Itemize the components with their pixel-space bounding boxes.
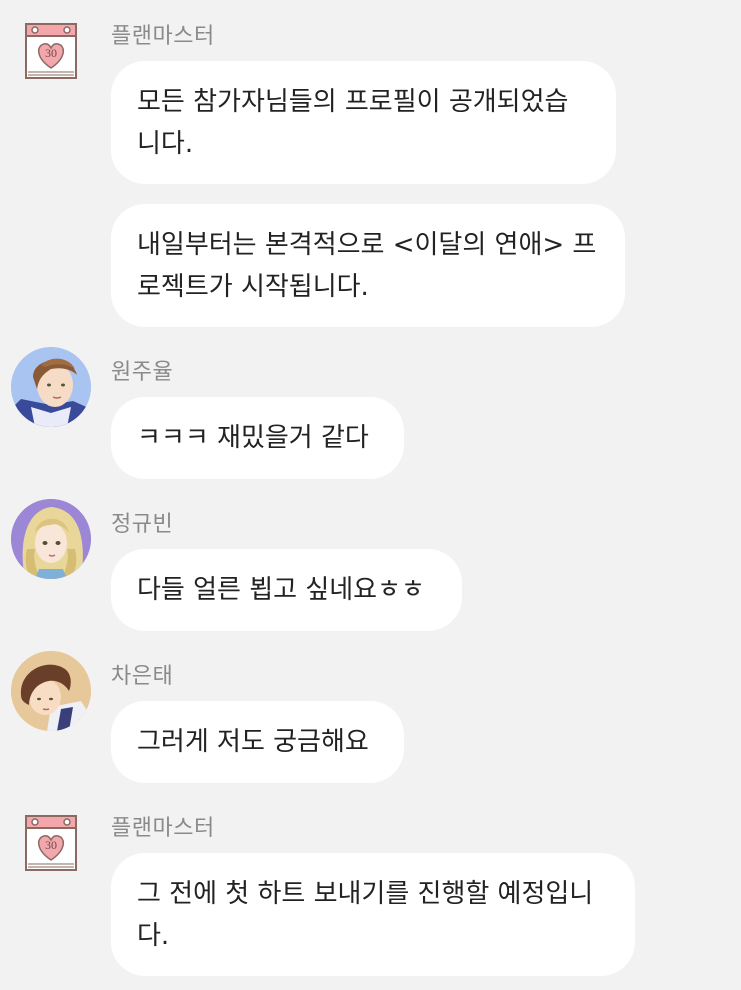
sender-name: 플랜마스터 [111, 816, 215, 841]
message-bubble[interactable]: 다들 얼른 뵙고 싶네요ㅎㅎ [111, 549, 462, 631]
message-bubble[interactable]: 모든 참가자님들의 프로필이 공개되었습 니다. [111, 61, 616, 184]
message-bubble[interactable]: 내일부터는 본격적으로 <이달의 연애> 프 로젝트가 시작됩니다. [111, 204, 625, 327]
message-bubble[interactable]: 그러게 저도 궁금해요 [111, 701, 404, 783]
message-line: 그 전에 첫 하트 보내기를 진행할 예정입니 [137, 878, 594, 909]
message-line: 그러게 저도 궁금해요 [137, 727, 369, 757]
message-line: 로젝트가 시작됩니다. [137, 271, 369, 302]
message-line: 내일부터는 본격적으로 <이달의 연애> 프 [137, 229, 597, 260]
message-line: 다. [137, 920, 170, 951]
heart-calendar-icon[interactable]: 30 [24, 814, 78, 872]
avatar[interactable] [11, 651, 91, 731]
avatar[interactable] [11, 347, 91, 427]
message-bubble[interactable]: 그 전에 첫 하트 보내기를 진행할 예정입니 다. [111, 853, 635, 976]
calendar-number: 30 [45, 838, 57, 852]
message-line: 모든 참가자님들의 프로필이 공개되었습 [137, 86, 569, 117]
sender-name: 차은태 [111, 664, 174, 689]
calendar-number: 30 [45, 46, 57, 60]
message-line: 다들 얼른 뵙고 싶네요ㅎㅎ [137, 575, 425, 605]
message-bubble[interactable]: ㅋㅋㅋ 재밌을거 같다 [111, 397, 404, 479]
message-line: ㅋㅋㅋ 재밌을거 같다 [137, 423, 369, 453]
chat-area: 30 플랜마스터 모든 참가자님들의 프로필이 공개되었습 니다. 내일부터는 … [0, 0, 741, 990]
avatar[interactable] [11, 499, 91, 579]
sender-name: 정규빈 [111, 512, 174, 537]
sender-name: 플랜마스터 [111, 24, 215, 49]
heart-calendar-icon[interactable]: 30 [24, 22, 78, 80]
sender-name: 원주율 [111, 360, 174, 385]
message-line: 니다. [137, 128, 194, 159]
